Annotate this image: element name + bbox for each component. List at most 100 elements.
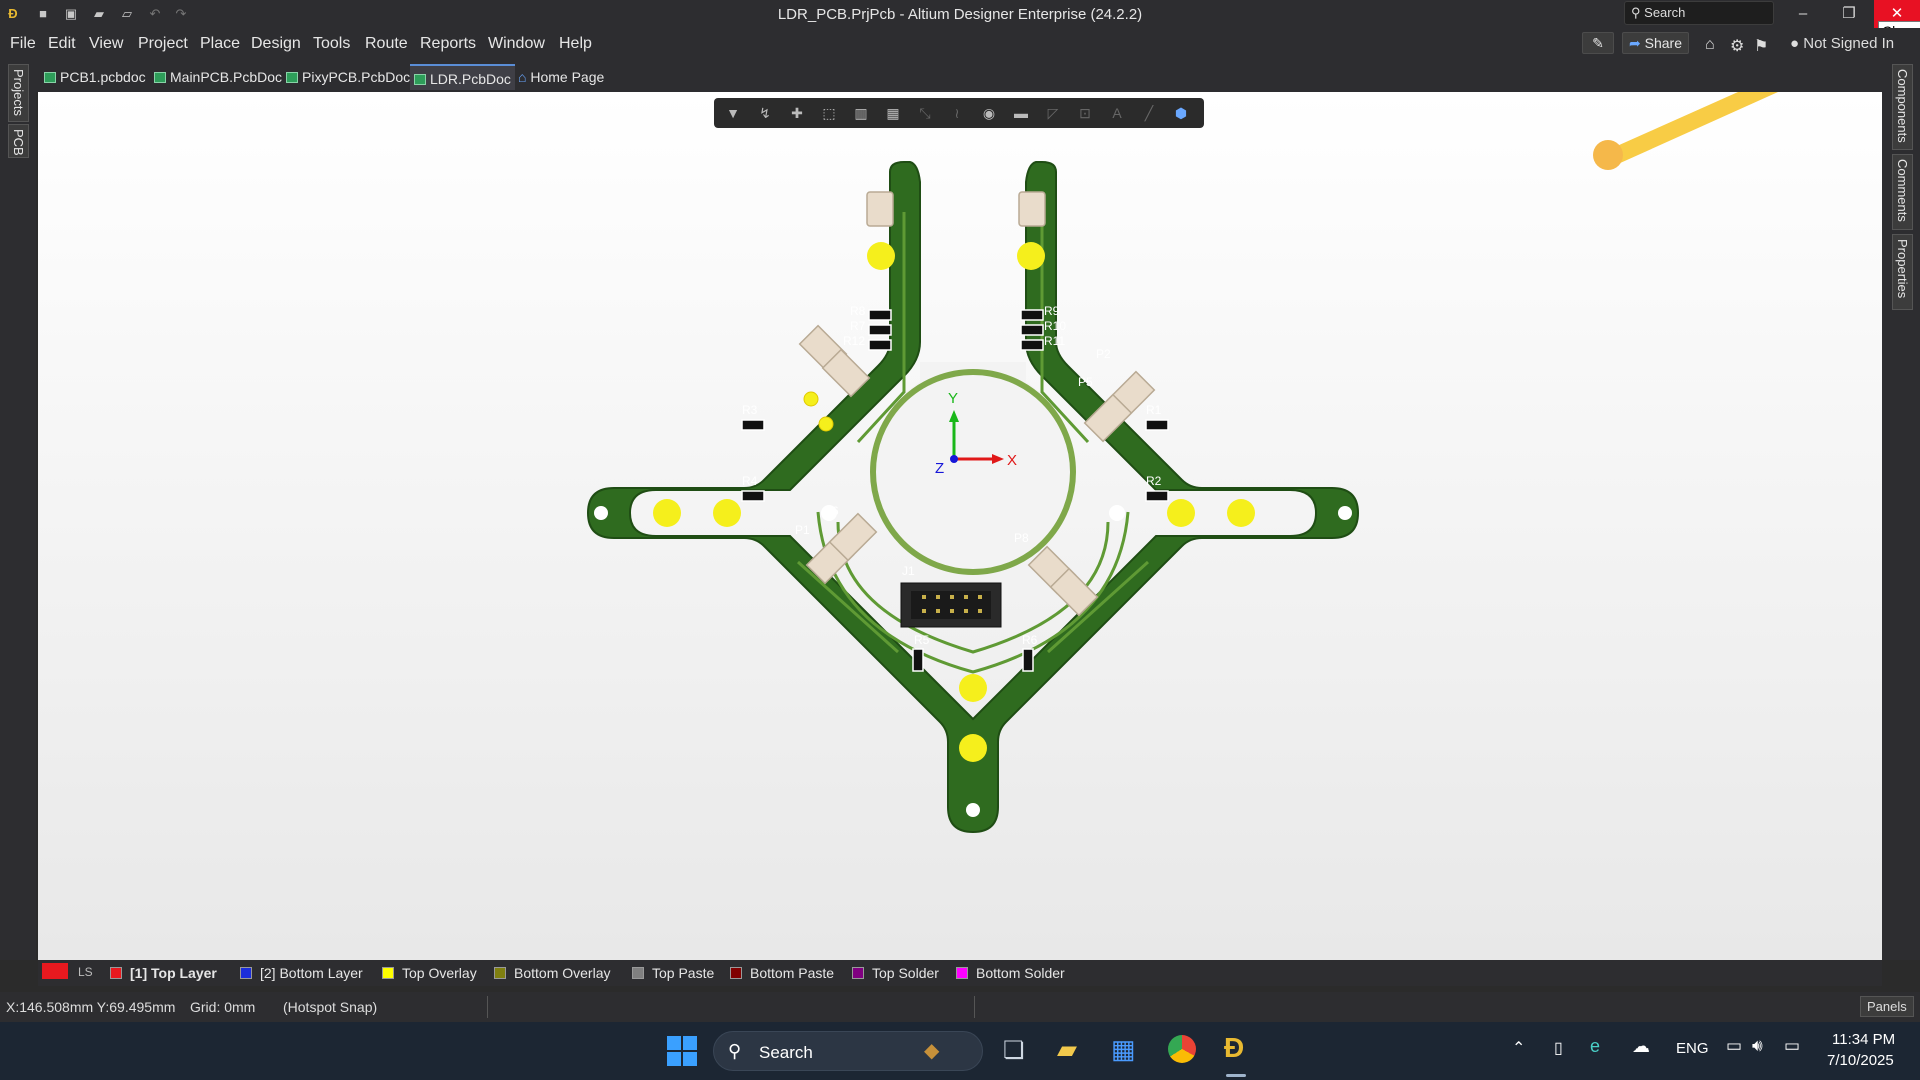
designator-r3: R3 [742, 403, 758, 417]
panel-tab-components[interactable]: Components [1892, 64, 1913, 150]
panel-tab-comments[interactable]: Comments [1892, 154, 1913, 230]
usb-icon[interactable]: ▯ [1554, 1038, 1563, 1058]
layer-label: Top Paste [652, 965, 715, 981]
restore-button[interactable]: ❐ [1826, 0, 1872, 28]
text-icon[interactable]: A [1108, 104, 1126, 122]
component-icon[interactable]: ▦ [884, 104, 902, 122]
menu-help[interactable]: Help [559, 35, 592, 53]
share-button[interactable]: ➦ Share [1622, 32, 1689, 54]
designator-j1: J1 [902, 564, 915, 578]
cursor-coordinates: X:146.508mm Y:69.495mm [6, 999, 176, 1015]
select-rect-icon[interactable]: ⬚ [820, 104, 838, 122]
line-icon[interactable]: ╱ [1140, 104, 1158, 122]
panel-tab-pcb[interactable]: PCB [8, 124, 29, 158]
layer-swatch [240, 967, 252, 979]
menu-route[interactable]: Route [365, 35, 408, 53]
language-indicator[interactable]: ENG [1676, 1040, 1709, 1057]
layer-top-paste[interactable]: Top Paste [632, 965, 714, 981]
menu-edit[interactable]: Edit [48, 35, 76, 53]
interactive-routing-icon[interactable]: ↯ [756, 104, 774, 122]
tab-label: PCB1.pcbdoc [60, 69, 146, 85]
designator-p5: P5 [1078, 375, 1093, 389]
designator-r2: R2 [1146, 474, 1162, 488]
polygon-icon[interactable]: ▬ [1012, 104, 1030, 122]
battery-icon[interactable]: ▭ [1784, 1036, 1800, 1056]
menu-tools[interactable]: Tools [313, 35, 350, 53]
show-hidden-icons[interactable]: ⌃ [1512, 1038, 1525, 1058]
axis-z-label: Z [935, 460, 944, 477]
taskbar-search[interactable]: ⚲ Search ◆ [713, 1031, 983, 1071]
tab-home-page[interactable]: ⌂ Home Page [514, 64, 608, 90]
panel-tab-properties[interactable]: Properties [1892, 234, 1913, 310]
ls-button[interactable]: LS [78, 965, 93, 979]
designator-r9: R9 [1044, 304, 1060, 318]
panels-button[interactable]: Panels [1860, 996, 1914, 1017]
menu-place[interactable]: Place [200, 35, 240, 53]
share-icon: ➦ [1629, 35, 1641, 51]
route-icon[interactable]: ⤡ [916, 104, 934, 122]
edge-icon[interactable]: e [1590, 1036, 1600, 1057]
layer-bottom-solder[interactable]: Bottom Solder [956, 965, 1065, 981]
layer-swatch [852, 967, 864, 979]
document-tabs: PCB1.pcbdoc MainPCB.PcbDoc PixyPCB.PcbDo… [0, 60, 1920, 92]
layer-label: [2] Bottom Layer [260, 965, 363, 981]
home-icon[interactable]: ⌂ [1705, 36, 1715, 54]
menu-file[interactable]: File [10, 35, 36, 53]
right-panel-strip: Components Comments Properties [1882, 60, 1920, 960]
global-search[interactable]: ⚲ Search [1624, 1, 1774, 25]
file-explorer-icon[interactable]: ▰ [1057, 1034, 1077, 1065]
menu-project[interactable]: Project [138, 35, 188, 53]
clock-date[interactable]: 7/10/2025 [1827, 1052, 1894, 1069]
clock-time[interactable]: 11:34 PM [1832, 1031, 1895, 1048]
volume-icon[interactable]: 🔊︎ [1752, 1036, 1763, 1056]
pcb-canvas[interactable]: R8 R7 R12 R9 R10 R11 R3 R4 R1 R2 P2 P5 P… [38, 92, 1882, 960]
layer-bottom-paste[interactable]: Bottom Paste [730, 965, 834, 981]
layer-swatch [382, 967, 394, 979]
layer-top-layer[interactable]: [1] Top Layer [110, 965, 217, 981]
diff-pair-icon[interactable]: ≀ [948, 104, 966, 122]
region-icon[interactable]: ◸ [1044, 104, 1062, 122]
layer-top-solder[interactable]: Top Solder [852, 965, 939, 981]
notifications-icon[interactable]: ⚑ [1754, 36, 1768, 56]
designator-r12: R12 [843, 334, 865, 348]
search-icon: ⚲ [728, 1041, 742, 1061]
designator-r10: R10 [1044, 319, 1066, 333]
task-view-icon[interactable]: ❏ [1003, 1036, 1025, 1065]
tab-ldr[interactable]: LDR.PcbDoc [410, 64, 515, 90]
minimize-button[interactable]: – [1780, 0, 1826, 28]
menu-design[interactable]: Design [251, 35, 301, 53]
tab-pcb1[interactable]: PCB1.pcbdoc [40, 64, 150, 90]
feedback-button[interactable]: ✎ [1582, 32, 1614, 54]
layer-bottom-overlay[interactable]: Bottom Overlay [494, 965, 610, 981]
crosshair-icon[interactable]: ✚ [788, 104, 806, 122]
altium-taskbar-icon[interactable]: Ð [1224, 1032, 1244, 1064]
microsoft-store-icon[interactable]: ▦ [1111, 1034, 1136, 1065]
filter-icon[interactable]: ▼ [724, 104, 742, 122]
tab-pixypcb[interactable]: PixyPCB.PcbDoc [282, 64, 414, 90]
header-j1 [900, 582, 1002, 628]
onedrive-icon[interactable]: ☁ [1632, 1036, 1650, 1057]
designator-r7: R7 [850, 319, 866, 333]
gear-icon[interactable]: ⚙ [1730, 36, 1744, 56]
network-icon[interactable]: ▭ [1726, 1036, 1742, 1056]
via-icon[interactable]: ◉ [980, 104, 998, 122]
menu-view[interactable]: View [89, 35, 123, 53]
windows-start-icon[interactable] [667, 1036, 697, 1066]
menu-reports[interactable]: Reports [420, 35, 476, 53]
dimension-icon[interactable]: ⊡ [1076, 104, 1094, 122]
menu-bar: File Edit View Project Place Design Tool… [0, 28, 1920, 60]
align-icon[interactable]: ▥ [852, 104, 870, 122]
layer-swatch [494, 967, 506, 979]
tab-mainpcb[interactable]: MainPCB.PcbDoc [150, 64, 286, 90]
layer-bottom-layer[interactable]: [2] Bottom Layer [240, 965, 363, 981]
chrome-icon[interactable] [1168, 1035, 1196, 1063]
user-icon: ● [1790, 35, 1800, 52]
panel-tab-projects[interactable]: Projects [8, 64, 29, 122]
designator-p8: P8 [1014, 531, 1029, 545]
layer-top-overlay[interactable]: Top Overlay [382, 965, 477, 981]
user-account[interactable]: ● Not Signed In [1790, 35, 1894, 52]
menu-window[interactable]: Window [488, 35, 545, 53]
shape-icon[interactable]: ⬢ [1172, 104, 1190, 122]
grid-readout: Grid: 0mm [190, 999, 256, 1015]
current-layer-swatch[interactable] [42, 963, 68, 979]
